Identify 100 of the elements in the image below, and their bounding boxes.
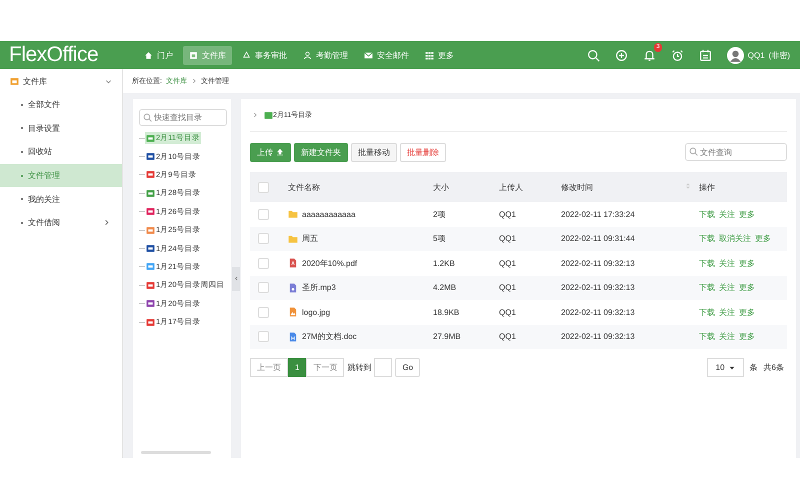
action-link[interactable]: 下载 [699,258,715,268]
sidebar-item[interactable]: 文件管理 [0,164,122,188]
modified-time: 2022-02-11 17:33:24 [561,210,635,219]
nav-item[interactable]: 更多 [419,46,460,64]
action-link[interactable]: 下载 [699,308,715,317]
action-link[interactable]: 更多 [739,332,755,342]
action-link[interactable]: 下载 [699,210,715,219]
search-icon [143,113,152,122]
folder-icon [264,110,273,120]
row-checkbox[interactable] [258,208,269,220]
scrollbar-thumb[interactable] [141,451,211,454]
folder-icon [10,76,19,86]
chevron-right-icon [252,112,258,118]
nav-item[interactable]: 安全邮件 [358,46,415,64]
column-header: 文件名称 [288,182,320,192]
row-checkbox[interactable] [258,331,269,342]
column-header: 大小 [433,182,449,192]
action-link[interactable]: 关注 [719,332,735,342]
jump-label: 跳转到 [347,362,372,373]
action-link[interactable]: 关注 [719,283,735,292]
page-number-field[interactable] [374,358,392,377]
modified-time: 2022-02-11 09:32:13 [561,308,635,317]
go-button[interactable]: Go [395,358,420,377]
action-link[interactable]: 关注 [719,258,735,268]
uploader-name: QQ1 [499,283,516,292]
action-link[interactable]: 更多 [739,258,755,268]
alarm-clock-icon[interactable] [670,48,684,62]
row-checkbox[interactable] [258,233,269,244]
action-link[interactable]: 关注 [719,308,735,317]
collapse-handle[interactable] [232,266,240,290]
sort-icon[interactable] [685,182,691,190]
action-link[interactable]: 下载 [699,283,715,292]
new-folder-button[interactable]: 新建文件夹 [294,142,348,162]
chevron-right-icon [190,78,197,84]
sidebar-item[interactable]: 回收站 [0,140,122,164]
file-name[interactable]: 圣所.mp3 [302,282,336,294]
bell-icon[interactable] [642,48,656,62]
uploader-name: QQ1 [499,332,516,342]
user-name[interactable]: QQ1 [748,50,765,60]
file-search-field[interactable]: 文件查询 [685,143,787,161]
file-name[interactable]: logo.jpg [302,308,330,317]
sidebar-item[interactable]: 文件借阅 [0,210,122,235]
row-checkbox[interactable] [258,258,269,269]
batch-move-button[interactable]: 批量移动 [351,142,397,162]
sidebar-item[interactable]: 目录设置 [0,116,122,140]
modified-time: 2022-02-11 09:32:13 [561,258,635,268]
action-link[interactable]: 更多 [739,283,755,292]
file-name[interactable]: 周五 [302,233,318,244]
action-link[interactable]: 取消关注 [719,234,751,244]
total-count: 共6条 [764,362,784,373]
chevron-down-icon [105,78,112,84]
triangle-icon [242,50,251,60]
search-icon [689,147,698,156]
column-header: 修改时间 [561,182,594,192]
calendar-icon[interactable] [698,48,712,62]
modified-time: 2022-02-11 09:32:13 [561,283,635,292]
action-link[interactable]: 更多 [739,210,755,219]
mail-icon [364,50,373,60]
uploader-name: QQ1 [499,258,516,268]
next-page-button[interactable]: 下一页 [306,358,344,377]
modified-time: 2022-02-11 09:31:44 [561,234,635,244]
batch-delete-button[interactable]: 批量删除 [400,142,446,162]
folder-icon [288,209,298,220]
nav-item[interactable]: 门户 [138,46,179,64]
sidebar-item[interactable]: 全部文件 [0,93,122,117]
uploader-name: QQ1 [499,308,516,317]
uploader-name: QQ1 [499,234,516,244]
file-size: 1.2KB [433,258,455,268]
page-size-select[interactable]: 10 [706,358,744,377]
uploader-name: QQ1 [499,210,516,219]
sidebar-header[interactable]: 文件库 [0,69,122,93]
file-name[interactable]: 2020年10%.pdf [302,258,358,269]
action-link[interactable]: 下载 [699,332,715,342]
action-link[interactable]: 关注 [719,210,735,219]
file-name[interactable]: 27M的文档.doc [302,331,357,342]
row-checkbox[interactable] [258,306,269,318]
nav-item[interactable]: 文件库 [183,46,232,64]
upload-button[interactable]: 上传 [250,142,291,162]
file-size: 5项 [433,234,446,244]
nav-item[interactable]: 事务审批 [236,46,293,64]
action-link[interactable]: 更多 [739,308,755,317]
search-icon[interactable] [586,48,600,62]
previous-page-button[interactable]: 上一页 [250,358,288,377]
page-button[interactable]: 1 [288,358,306,377]
nav-item[interactable]: 考勤管理 [297,46,354,64]
tree-search-field[interactable]: 快速查找目录 [139,109,227,126]
document-icon [189,50,198,60]
user-role: (非密) [768,50,790,60]
action-link[interactable]: 下载 [699,234,715,244]
upload-icon [276,148,284,156]
select-all-checkbox[interactable] [258,182,269,192]
modified-time: 2022-02-11 09:32:13 [561,332,635,342]
user-icon [303,50,312,60]
avatar-icon[interactable] [726,46,744,64]
sidebar-item[interactable]: 我的关注 [0,187,122,211]
add-icon[interactable] [614,48,628,62]
file-name[interactable]: aaaaaaaaaaaa [302,210,356,219]
action-link[interactable]: 更多 [755,234,771,244]
chevron-left-icon [234,276,238,281]
row-checkbox[interactable] [258,282,269,294]
